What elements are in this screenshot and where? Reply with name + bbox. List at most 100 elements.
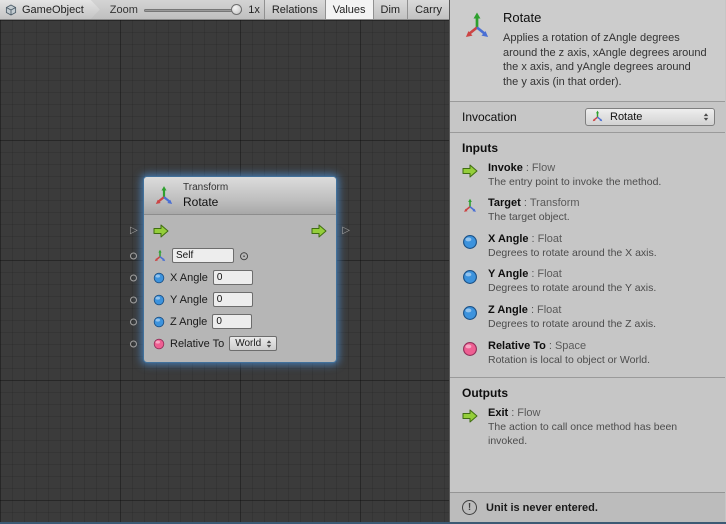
inspector-description: Applies a rotation of zAngle degrees aro… xyxy=(503,31,709,90)
values-button[interactable]: Values xyxy=(325,0,373,19)
entry-text: Z Angle:Float Degrees to rotate around t… xyxy=(488,304,703,332)
entry-separator: : xyxy=(524,197,527,209)
node-title: Transform xyxy=(183,182,228,195)
y-angle-label: Y Angle xyxy=(170,294,208,306)
y-angle-input[interactable] xyxy=(213,292,253,307)
entry-type: Space xyxy=(555,340,586,352)
target-port[interactable] xyxy=(130,252,137,259)
warning-bar: ! Unit is never entered. xyxy=(450,492,725,522)
port-triangle-icon: ▷ xyxy=(342,226,350,236)
flow-input-port[interactable]: ▷ xyxy=(130,226,138,236)
relative-to-row: Relative To World xyxy=(153,335,327,353)
inspector-header-text: Rotate Applies a rotation of zAngle degr… xyxy=(503,9,709,90)
float-icon xyxy=(462,234,478,250)
transform-icon xyxy=(462,11,492,41)
entry-separator: : xyxy=(532,233,535,245)
entry-type: Flow xyxy=(517,407,540,419)
relative-to-value: World xyxy=(235,338,261,349)
node-titles: Transform Rotate xyxy=(183,182,228,210)
entry-name: X Angle xyxy=(488,233,529,245)
entry-name: Z Angle xyxy=(488,304,528,316)
transform-rotate-node[interactable]: Transform Rotate ▷ ▷ xyxy=(143,176,337,363)
y-angle-port[interactable] xyxy=(130,296,137,303)
x-angle-input[interactable] xyxy=(213,270,253,285)
entry-title: Z Angle:Float xyxy=(488,304,703,316)
input-entry-z-angle: Z Angle:Float Degrees to rotate around t… xyxy=(462,304,717,332)
exit-flow-port[interactable] xyxy=(311,224,327,238)
relations-button[interactable]: Relations xyxy=(264,0,325,19)
entry-description: The action to call once method has been … xyxy=(488,421,703,448)
entry-name: Relative To xyxy=(488,340,546,352)
output-entry-exit: Exit:Flow The action to call once method… xyxy=(462,407,717,448)
gameobject-cube-icon xyxy=(5,4,17,16)
z-angle-row: Z Angle xyxy=(153,313,327,331)
entry-separator: : xyxy=(526,162,529,174)
relative-to-port[interactable] xyxy=(130,340,137,347)
port-circle-icon xyxy=(130,296,137,303)
float-icon xyxy=(153,272,165,284)
carry-button[interactable]: Carry xyxy=(407,0,449,19)
float-icon xyxy=(153,294,165,306)
zoom-slider-track[interactable] xyxy=(144,9,242,12)
entry-description: The entry point to invoke the method. xyxy=(488,176,703,190)
entry-name: Exit xyxy=(488,407,508,419)
breadcrumb[interactable]: GameObject xyxy=(0,0,100,19)
entry-text: Relative To:Space Rotation is local to o… xyxy=(488,340,703,368)
entry-type: Float xyxy=(537,304,561,316)
float-icon xyxy=(462,269,478,285)
zoom-slider-handle[interactable] xyxy=(231,4,242,15)
flow-output-port[interactable]: ▷ xyxy=(342,226,350,236)
entry-separator: : xyxy=(531,304,534,316)
inspector-title: Rotate xyxy=(503,10,709,25)
relative-to-dropdown[interactable]: World xyxy=(229,336,277,351)
transform-icon xyxy=(153,249,167,263)
zoom-value: 1x xyxy=(248,4,260,16)
input-entry-invoke: Invoke:Flow The entry point to invoke th… xyxy=(462,162,717,190)
zoom-slider[interactable] xyxy=(144,3,242,17)
self-object-field[interactable] xyxy=(172,248,234,263)
z-angle-input[interactable] xyxy=(212,314,252,329)
invocation-value: Rotate xyxy=(610,111,697,123)
zoom-label: Zoom xyxy=(110,4,138,16)
graph-toolbar: GameObject Zoom 1x Relations Values Dim … xyxy=(0,0,449,20)
z-angle-label: Z Angle xyxy=(170,316,207,328)
x-angle-label: X Angle xyxy=(170,272,208,284)
entry-separator: : xyxy=(549,340,552,352)
flow-arrow-icon xyxy=(462,163,478,179)
self-row: ⊙ xyxy=(153,247,327,265)
object-picker-icon[interactable]: ⊙ xyxy=(239,250,249,262)
inputs-list: Invoke:Flow The entry point to invoke th… xyxy=(450,161,725,378)
entry-separator: : xyxy=(511,407,514,419)
entry-name: Invoke xyxy=(488,162,523,174)
input-entry-x-angle: X Angle:Float Degrees to rotate around t… xyxy=(462,233,717,261)
entry-title: Target:Transform xyxy=(488,197,703,209)
bolt-graph-window: GameObject Zoom 1x Relations Values Dim … xyxy=(0,0,726,524)
warning-text: Unit is never entered. xyxy=(486,502,598,514)
float-icon xyxy=(462,305,478,321)
entry-text: Y Angle:Float Degrees to rotate around t… xyxy=(488,268,703,296)
port-circle-icon xyxy=(130,252,137,259)
invoke-flow-port[interactable] xyxy=(153,224,169,238)
entry-name: Y Angle xyxy=(488,268,528,280)
entry-text: Exit:Flow The action to call once method… xyxy=(488,407,703,448)
z-angle-port[interactable] xyxy=(130,318,137,325)
entry-title: X Angle:Float xyxy=(488,233,703,245)
graph-canvas[interactable]: Transform Rotate ▷ ▷ xyxy=(0,20,449,522)
flow-row: ▷ ▷ xyxy=(153,222,327,241)
x-angle-port[interactable] xyxy=(130,274,137,281)
warning-icon: ! xyxy=(462,500,477,515)
graph-area: GameObject Zoom 1x Relations Values Dim … xyxy=(0,0,450,522)
float-icon xyxy=(153,316,165,328)
entry-description: Degrees to rotate around the Z axis. xyxy=(488,318,703,332)
input-entry-y-angle: Y Angle:Float Degrees to rotate around t… xyxy=(462,268,717,296)
node-header[interactable]: Transform Rotate xyxy=(144,177,336,215)
inspector-header: Rotate Applies a rotation of zAngle degr… xyxy=(450,0,725,102)
toolbar-toggle-group: Relations Values Dim Carry xyxy=(264,0,449,19)
invocation-dropdown[interactable]: Rotate xyxy=(585,108,715,126)
entry-title: Invoke:Flow xyxy=(488,162,703,174)
entry-title: Relative To:Space xyxy=(488,340,703,352)
transform-icon xyxy=(462,198,478,214)
dim-button[interactable]: Dim xyxy=(373,0,408,19)
x-angle-row: X Angle xyxy=(153,269,327,287)
inspector-panel: Rotate Applies a rotation of zAngle degr… xyxy=(450,0,725,522)
